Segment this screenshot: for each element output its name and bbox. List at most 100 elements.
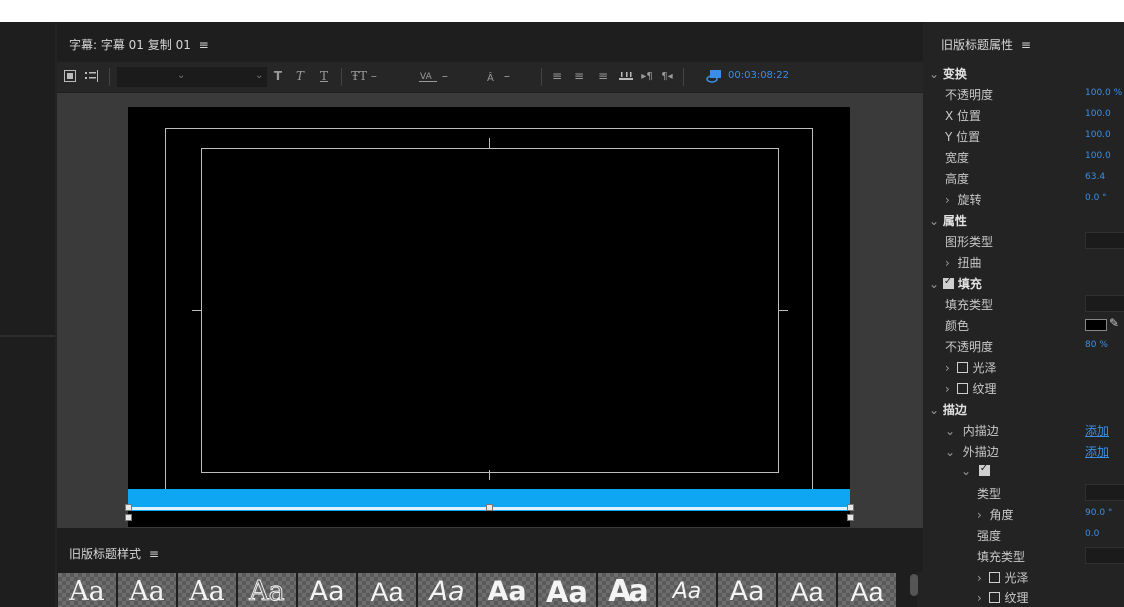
texture-checkbox[interactable] bbox=[957, 383, 969, 394]
toolbar-divider bbox=[683, 68, 684, 86]
section-stroke[interactable]: ⌄ 描边 bbox=[925, 398, 1124, 419]
resize-handle[interactable] bbox=[847, 504, 854, 511]
style-swatch[interactable]: Aa bbox=[118, 573, 176, 607]
underline-icon[interactable]: T bbox=[317, 66, 331, 86]
style-swatch[interactable]: Aa bbox=[58, 573, 116, 607]
stroke-type-select[interactable] bbox=[1085, 484, 1124, 501]
prop-y-position: Y 位置 100.0 bbox=[945, 130, 1111, 144]
style-swatch[interactable]: Aa bbox=[658, 573, 716, 607]
chevron-right-icon: › bbox=[945, 193, 950, 207]
fill-checkbox[interactable] bbox=[942, 276, 954, 289]
resize-handle[interactable] bbox=[125, 504, 132, 511]
resize-handle[interactable] bbox=[486, 504, 493, 511]
prop-texture[interactable]: › 纹理 bbox=[925, 377, 1124, 398]
style-swatch[interactable]: Aa bbox=[478, 573, 536, 607]
title-panel-title: 字幕: 字幕 01 复制 01 ≡ bbox=[69, 38, 209, 52]
stroke-texture-checkbox[interactable] bbox=[989, 592, 1001, 603]
font-family-select[interactable]: ⌄ ⌄ bbox=[117, 67, 267, 87]
style-swatch[interactable]: Aa bbox=[718, 573, 776, 607]
rotation-value[interactable]: 0.0 ° bbox=[1085, 193, 1107, 203]
prop-outer-stroke[interactable]: ⌄ 外描边 添加 bbox=[925, 440, 1124, 461]
sheen-checkbox[interactable] bbox=[957, 362, 969, 373]
section-fill[interactable]: ⌄ 填充 bbox=[925, 272, 1124, 293]
add-outer-stroke-link[interactable]: 添加 bbox=[1085, 443, 1109, 460]
prop-stroke-texture[interactable]: › 纹理 bbox=[925, 586, 1124, 607]
panel-menu-icon[interactable]: ≡ bbox=[149, 547, 159, 561]
style-swatch[interactable]: Aa bbox=[538, 573, 596, 607]
align-center-icon[interactable]: ≡ bbox=[571, 66, 587, 86]
timecode[interactable]: 00:03:08:22 bbox=[728, 70, 789, 81]
width-value[interactable]: 100.0 bbox=[1085, 151, 1111, 161]
outer-stroke-checkbox[interactable] bbox=[978, 463, 990, 476]
bold-icon[interactable]: T bbox=[271, 66, 285, 86]
stroke-fill-type-select[interactable] bbox=[1085, 547, 1124, 564]
styles-panel-header: 旧版标题样式 ≡ bbox=[57, 532, 923, 572]
chevron-right-icon: › bbox=[945, 361, 950, 375]
chevron-right-icon: › bbox=[945, 256, 950, 270]
svg-text:VA: VA bbox=[420, 72, 433, 82]
prop-color: 颜色 ✎ bbox=[945, 316, 1120, 333]
prop-inner-stroke[interactable]: ⌄ 内描边 添加 bbox=[925, 419, 1124, 440]
left-panel-divider[interactable] bbox=[0, 335, 55, 337]
chevron-down-icon: ⌄ bbox=[929, 67, 940, 81]
outer-stroke-item[interactable]: ⌄ bbox=[925, 461, 1124, 482]
eyedropper-icon[interactable]: ✎ bbox=[1109, 316, 1119, 330]
prop-stroke-sheen[interactable]: › 光泽 bbox=[925, 566, 1124, 587]
list-icon[interactable] bbox=[83, 66, 101, 86]
style-swatch[interactable]: Aa bbox=[778, 573, 836, 607]
opacity-value[interactable]: 100.0 % bbox=[1085, 88, 1122, 98]
styles-scrollbar[interactable] bbox=[910, 574, 918, 596]
prop-stroke-type: 类型 bbox=[925, 482, 1124, 503]
angle-value[interactable]: 90.0 ° bbox=[1085, 508, 1112, 518]
align-left-icon[interactable]: ≡ bbox=[549, 66, 565, 86]
kerning-icon[interactable]: VA – bbox=[413, 66, 453, 86]
toolbar-divider bbox=[541, 68, 542, 86]
graphic-type-select[interactable] bbox=[1085, 232, 1124, 249]
fill-opacity-value[interactable]: 80 % bbox=[1085, 340, 1108, 350]
prop-angle[interactable]: › 角度 90.0 ° bbox=[925, 503, 1124, 524]
leading-icon[interactable]: Â – bbox=[477, 66, 517, 86]
show-video-icon[interactable] bbox=[705, 66, 723, 86]
fill-type-select[interactable] bbox=[1085, 295, 1124, 312]
chevron-down-icon: ⌄ bbox=[945, 424, 956, 438]
film-icon[interactable] bbox=[63, 66, 77, 86]
prop-rotation[interactable]: › 旋转 0.0 ° bbox=[925, 188, 1124, 209]
chevron-right-icon: › bbox=[945, 382, 950, 396]
height-value[interactable]: 63.4 bbox=[1085, 172, 1105, 182]
resize-handle[interactable] bbox=[847, 514, 854, 521]
tab-stops-icon[interactable] bbox=[617, 66, 635, 86]
prop-x-position: X 位置 100.0 bbox=[945, 109, 1111, 123]
prop-fill-type: 填充类型 bbox=[925, 293, 1124, 314]
prop-distort[interactable]: › 扭曲 bbox=[925, 251, 1124, 272]
color-swatch[interactable] bbox=[1085, 319, 1107, 331]
font-size-icon[interactable]: ŦT – bbox=[347, 66, 381, 86]
add-inner-stroke-link[interactable]: 添加 bbox=[1085, 422, 1109, 439]
resize-handle[interactable] bbox=[125, 514, 132, 521]
strength-value[interactable]: 0.0 bbox=[1085, 529, 1099, 539]
style-swatch[interactable]: Aa bbox=[358, 573, 416, 607]
chevron-down-icon: ⌄ bbox=[929, 214, 940, 228]
center-tick-left bbox=[192, 310, 202, 311]
panel-menu-icon[interactable]: ≡ bbox=[199, 38, 209, 52]
style-swatch[interactable]: Aa bbox=[838, 573, 896, 607]
title-toolbar: ⌄ ⌄ T T T ŦT – VA – Â – ≡ ≡ ≡ ▸¶ ¶◂ 00:0… bbox=[57, 62, 923, 92]
section-transform[interactable]: ⌄ 变换 bbox=[925, 62, 1124, 83]
align-right-icon[interactable]: ≡ bbox=[595, 66, 611, 86]
panel-menu-icon[interactable]: ≡ bbox=[1021, 38, 1031, 52]
style-swatch[interactable]: Aa bbox=[598, 573, 656, 607]
chevron-down-icon: ⌄ bbox=[929, 277, 940, 291]
prop-fill-opacity: 不透明度 80 % bbox=[945, 340, 1108, 354]
x-position-value[interactable]: 100.0 bbox=[1085, 109, 1111, 119]
italic-icon[interactable]: T bbox=[293, 66, 307, 86]
y-position-value[interactable]: 100.0 bbox=[1085, 130, 1111, 140]
paragraph-ltr-icon[interactable]: ▸¶ bbox=[639, 66, 655, 86]
prop-sheen[interactable]: › 光泽 bbox=[925, 356, 1124, 377]
paragraph-rtl-icon[interactable]: ¶◂ bbox=[659, 66, 675, 86]
chevron-down-icon: ⌄ bbox=[177, 70, 186, 81]
style-swatch[interactable]: Aa bbox=[238, 573, 296, 607]
stroke-sheen-checkbox[interactable] bbox=[989, 572, 1001, 583]
style-swatch[interactable]: Aa bbox=[178, 573, 236, 607]
style-swatch[interactable]: Aa bbox=[418, 573, 476, 607]
section-attributes[interactable]: ⌄ 属性 bbox=[925, 209, 1124, 230]
style-swatch[interactable]: Aa bbox=[298, 573, 356, 607]
